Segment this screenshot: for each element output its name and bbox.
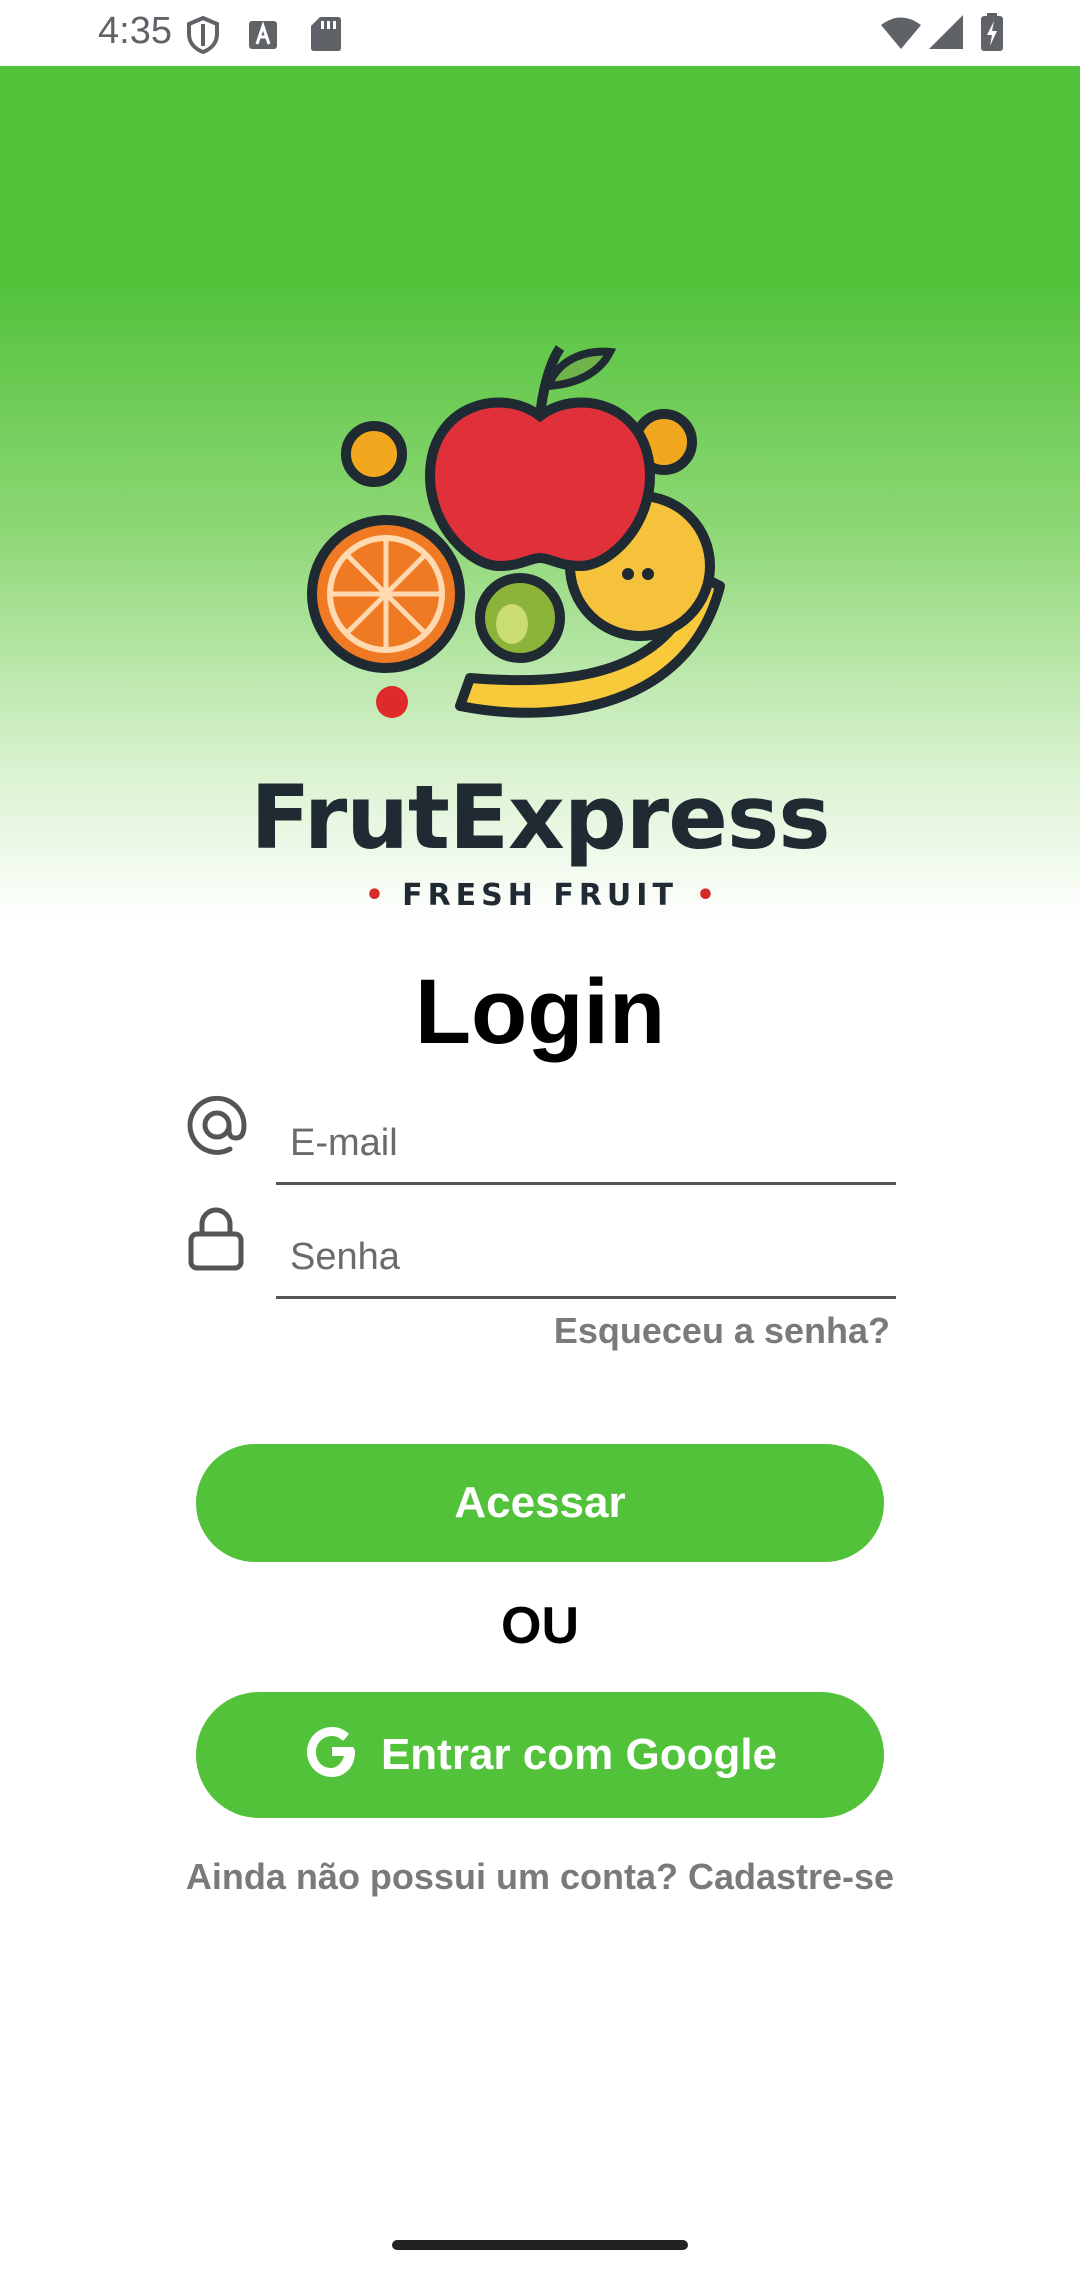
- page-title: Login: [414, 961, 666, 1063]
- sd-card-icon: [311, 17, 341, 51]
- login-button-label: Acessar: [454, 1478, 626, 1527]
- login-button[interactable]: Acessar: [196, 1444, 884, 1562]
- shield-icon: [187, 16, 219, 54]
- brand-tagline: • FRESH FRUIT •: [364, 878, 716, 913]
- status-bar: 4:35: [0, 0, 1080, 66]
- battery-charging-icon: [981, 13, 1003, 51]
- signup-link[interactable]: Ainda não possui um conta? Cadastre-se: [0, 1856, 1080, 1898]
- email-input[interactable]: [288, 1114, 882, 1172]
- wifi-icon: [881, 17, 921, 49]
- a-badge-icon: [249, 21, 277, 49]
- email-field[interactable]: [276, 1102, 896, 1185]
- fruit-basket-logo: [307, 345, 725, 718]
- hero-banner: FrutExpress • FRESH FRUIT •: [0, 66, 1080, 920]
- google-login-label: Entrar com Google: [380, 1730, 778, 1779]
- password-input[interactable]: [288, 1228, 882, 1286]
- google-g-icon: [306, 1727, 355, 1777]
- lock-icon: [188, 1207, 244, 1271]
- brand-tagline-text: FRESH FRUIT: [402, 878, 678, 913]
- google-login-button[interactable]: Entrar com Google: [196, 1692, 884, 1818]
- home-indicator[interactable]: [392, 2240, 688, 2250]
- status-time: 4:35: [98, 10, 172, 52]
- forgot-password-link[interactable]: Esqueceu a senha?: [554, 1310, 890, 1352]
- brand-name: FrutExpress: [250, 766, 830, 869]
- or-divider: OU: [501, 1597, 579, 1655]
- at-sign-icon: [187, 1095, 247, 1155]
- password-field[interactable]: [276, 1216, 896, 1299]
- signal-icon: [929, 15, 963, 49]
